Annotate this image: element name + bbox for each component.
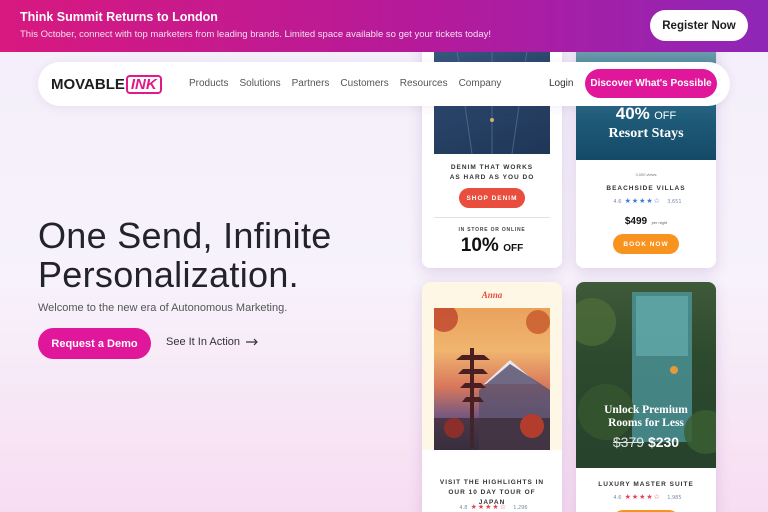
new-price: $230 bbox=[647, 434, 680, 450]
suite-photo: Unlock Premium Rooms for Less $379 $230 bbox=[576, 282, 716, 468]
promo-banner: Think Summit Returns to London This Octo… bbox=[0, 0, 768, 52]
japan-photo bbox=[434, 308, 550, 450]
banner-title: Think Summit Returns to London bbox=[20, 10, 218, 24]
nav-link-company[interactable]: Company bbox=[459, 78, 502, 89]
japan-name: Anna bbox=[481, 290, 503, 300]
suite-prices: $379 $230 bbox=[576, 434, 716, 450]
logo-text: MOVABLE bbox=[51, 76, 125, 93]
suite-name: LUXURY MASTER SUITE bbox=[598, 481, 694, 488]
logo-ink: INK bbox=[125, 75, 162, 94]
japan-rating: 4.8 ★★★★☆ 1,296 bbox=[459, 503, 528, 511]
resort-price: $499 bbox=[624, 216, 648, 227]
nav-link-partners[interactable]: Partners bbox=[292, 78, 330, 89]
hero-subtitle: Welcome to the new era of Autonomous Mar… bbox=[38, 302, 288, 314]
resort-small-text: 3,000 views bbox=[635, 172, 657, 177]
card-divider bbox=[434, 217, 550, 218]
see-it-in-action-link[interactable]: See It In Action bbox=[166, 336, 259, 348]
hero-title: One Send, Infinite Personalization. bbox=[38, 215, 332, 295]
star-rating-icons: ★★★★☆ bbox=[624, 197, 661, 205]
resort-price-row: $499 per night bbox=[576, 211, 716, 229]
discount-suffix: OFF bbox=[503, 243, 524, 254]
main-nav: MOVABLE INK Products Solutions Partners … bbox=[38, 62, 730, 106]
nav-link-customers[interactable]: Customers bbox=[340, 78, 388, 89]
resort-discount-off: OFF bbox=[654, 110, 677, 122]
see-action-label: See It In Action bbox=[166, 336, 240, 348]
japan-tour-card: Anna VISIT THE HIGHLIGHTS IN OUR 10 DAY … bbox=[422, 282, 562, 512]
resort-discount-pct: 40% bbox=[615, 104, 650, 123]
nav-link-solutions[interactable]: Solutions bbox=[239, 78, 280, 89]
discount-value: 10% bbox=[460, 235, 499, 256]
nav-link-resources[interactable]: Resources bbox=[400, 78, 448, 89]
store-note: IN STORE OR ONLINE bbox=[458, 227, 526, 233]
denim-caption: DENIM THAT WORKS AS HARD AS YOU DO bbox=[449, 164, 535, 181]
request-demo-button[interactable]: Request a Demo bbox=[38, 328, 151, 359]
old-price: $379 bbox=[612, 434, 645, 450]
star-rating-icons: ★★★★☆ bbox=[470, 503, 507, 511]
star-rating-icons: ★★★★☆ bbox=[624, 493, 661, 501]
denim-discount: 10% OFF bbox=[422, 235, 562, 257]
movable-ink-logo[interactable]: MOVABLE INK bbox=[51, 75, 162, 94]
villa-name: BEACHSIDE VILLAS bbox=[606, 185, 686, 192]
resort-discount: 40% OFF bbox=[576, 104, 716, 124]
login-link[interactable]: Login bbox=[549, 78, 573, 89]
resort-rating: 4.6 ★★★★☆ 3,651 bbox=[613, 197, 682, 205]
book-now-button[interactable]: BOOK NOW bbox=[613, 234, 679, 254]
resort-price-note: per night bbox=[651, 220, 668, 225]
register-now-button[interactable]: Register Now bbox=[650, 10, 748, 41]
suite-card: Unlock Premium Rooms for Less $379 $230 … bbox=[576, 282, 716, 512]
discover-button[interactable]: Discover What's Possible bbox=[585, 69, 717, 98]
suite-headline: Unlock Premium Rooms for Less bbox=[604, 404, 688, 429]
shop-denim-button[interactable]: SHOP DENIM bbox=[459, 188, 525, 208]
arrow-right-icon bbox=[246, 338, 258, 346]
suite-rating: 4.6 ★★★★☆ 1,985 bbox=[613, 493, 682, 501]
banner-text: This October, connect with top marketers… bbox=[20, 29, 492, 40]
resort-headline: Resort Stays bbox=[608, 126, 684, 141]
nav-link-products[interactable]: Products bbox=[189, 78, 228, 89]
nav-links: Products Solutions Partners Customers Re… bbox=[189, 78, 501, 89]
